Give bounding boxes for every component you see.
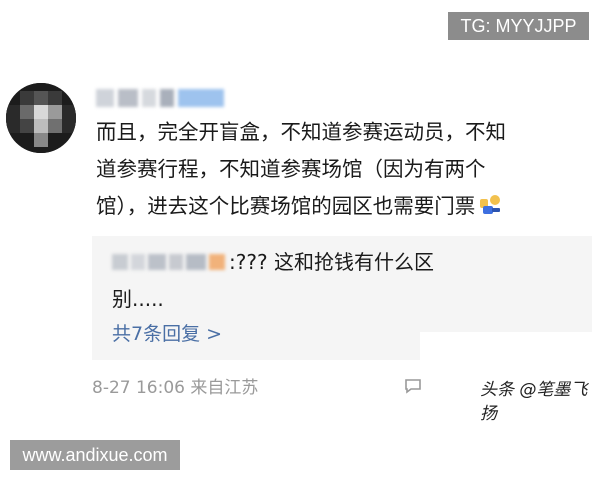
site-watermark: www.andixue.com (10, 440, 180, 470)
comment-line-text: 馆），进去这个比赛场馆的园区也需要门票 (96, 194, 476, 218)
view-all-replies-link[interactable]: 共7条回复 > (112, 317, 222, 351)
comment-line: 道参赛行程，不知道参赛场馆（因为有两个 (96, 157, 486, 181)
reply-text-continued: 别..... (112, 287, 164, 311)
reply-preview-box-extension (420, 236, 592, 332)
blurred-username[interactable] (96, 88, 224, 108)
thumbs-up-emoji-icon (477, 192, 503, 216)
comment-line: 而且，完全开盲盒，不知道参赛运动员，不知 (96, 120, 506, 144)
pixelated-avatar-image (6, 83, 76, 153)
comment-timestamp: 8-27 16:06 来自江苏 (92, 378, 259, 398)
comment-line: 馆），进去这个比赛场馆的园区也需要门票 (96, 188, 596, 225)
blurred-reply-username[interactable] (112, 254, 225, 270)
avatar[interactable] (6, 83, 76, 153)
reply-text: :??? 这和抢钱有什么区 (229, 250, 434, 274)
tg-watermark: TG: MYYJJPP (448, 12, 589, 40)
comment-icon[interactable] (404, 378, 422, 394)
comment-text: 而且，完全开盲盒，不知道参赛运动员，不知 道参赛行程，不知道参赛场馆（因为有两个… (96, 114, 596, 225)
source-watermark: 头条 @笔墨飞扬 (480, 380, 588, 424)
reply-preview-line: :??? 这和抢钱有什么区 (112, 244, 434, 280)
